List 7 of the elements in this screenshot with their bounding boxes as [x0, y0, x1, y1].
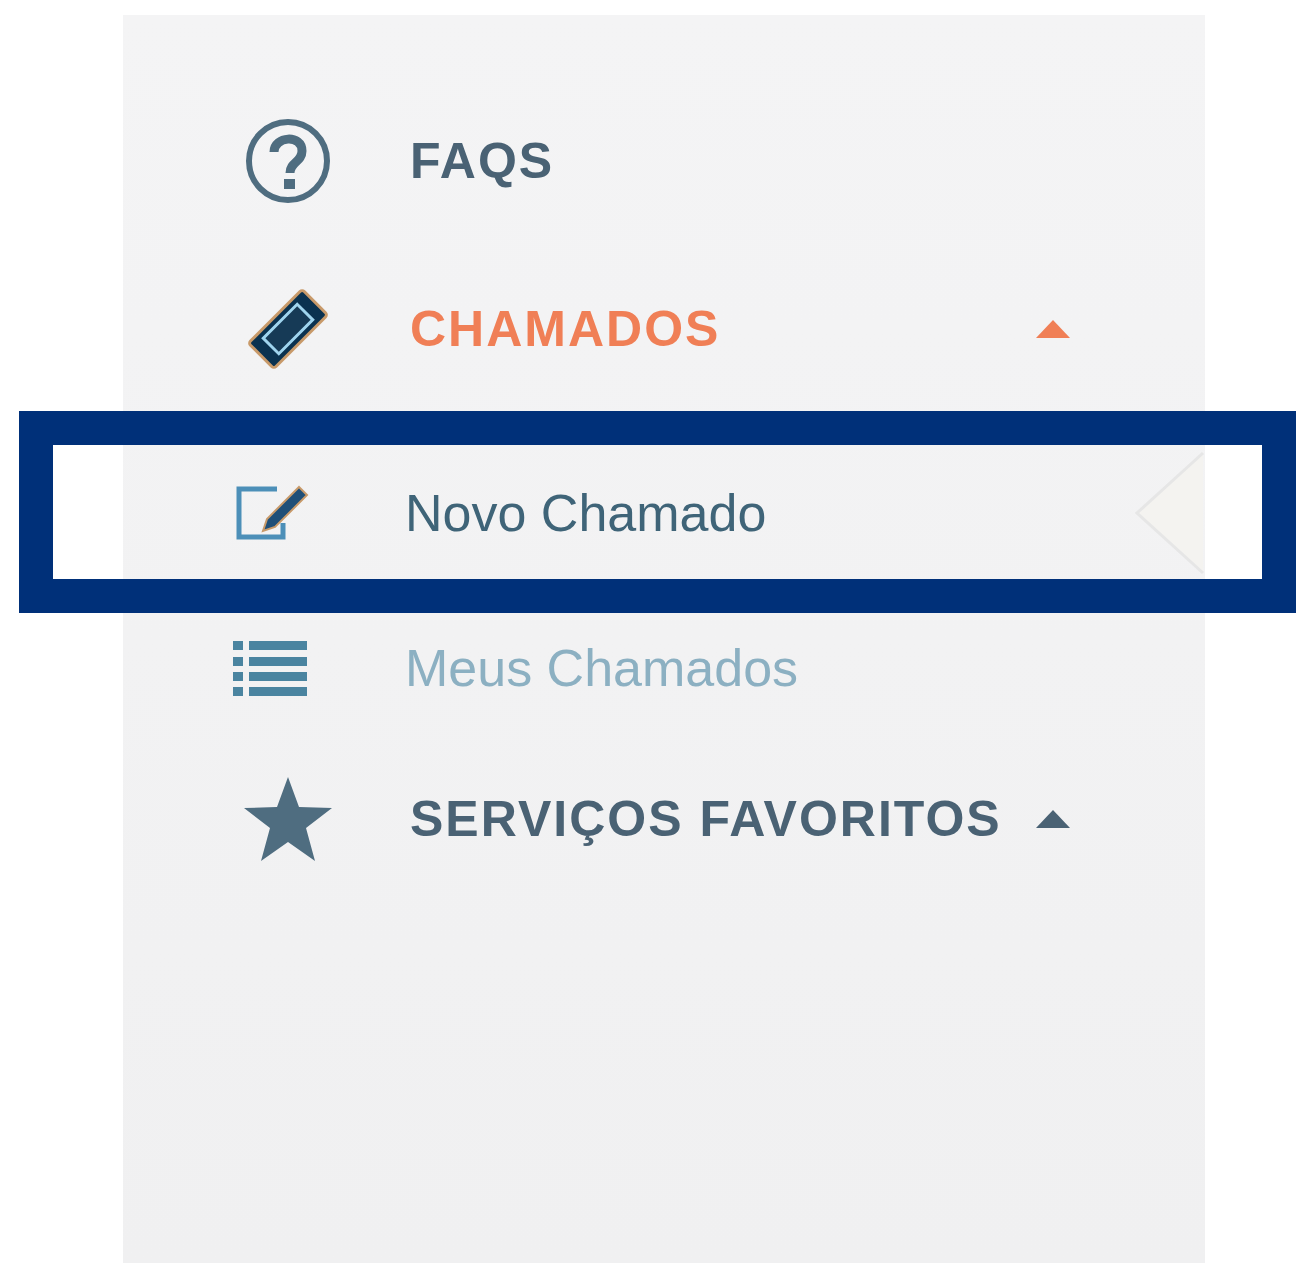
submenu-item[interactable]: Novo Chamado — [123, 446, 1205, 580]
list-icon — [233, 639, 309, 697]
star-icon — [242, 775, 334, 863]
menu-item[interactable]: SERVIÇOS FAVORITOS — [123, 735, 1205, 903]
menu-item[interactable]: FAQS — [123, 77, 1205, 245]
selection-notch-icon — [1135, 451, 1205, 575]
help-icon — [245, 118, 331, 204]
